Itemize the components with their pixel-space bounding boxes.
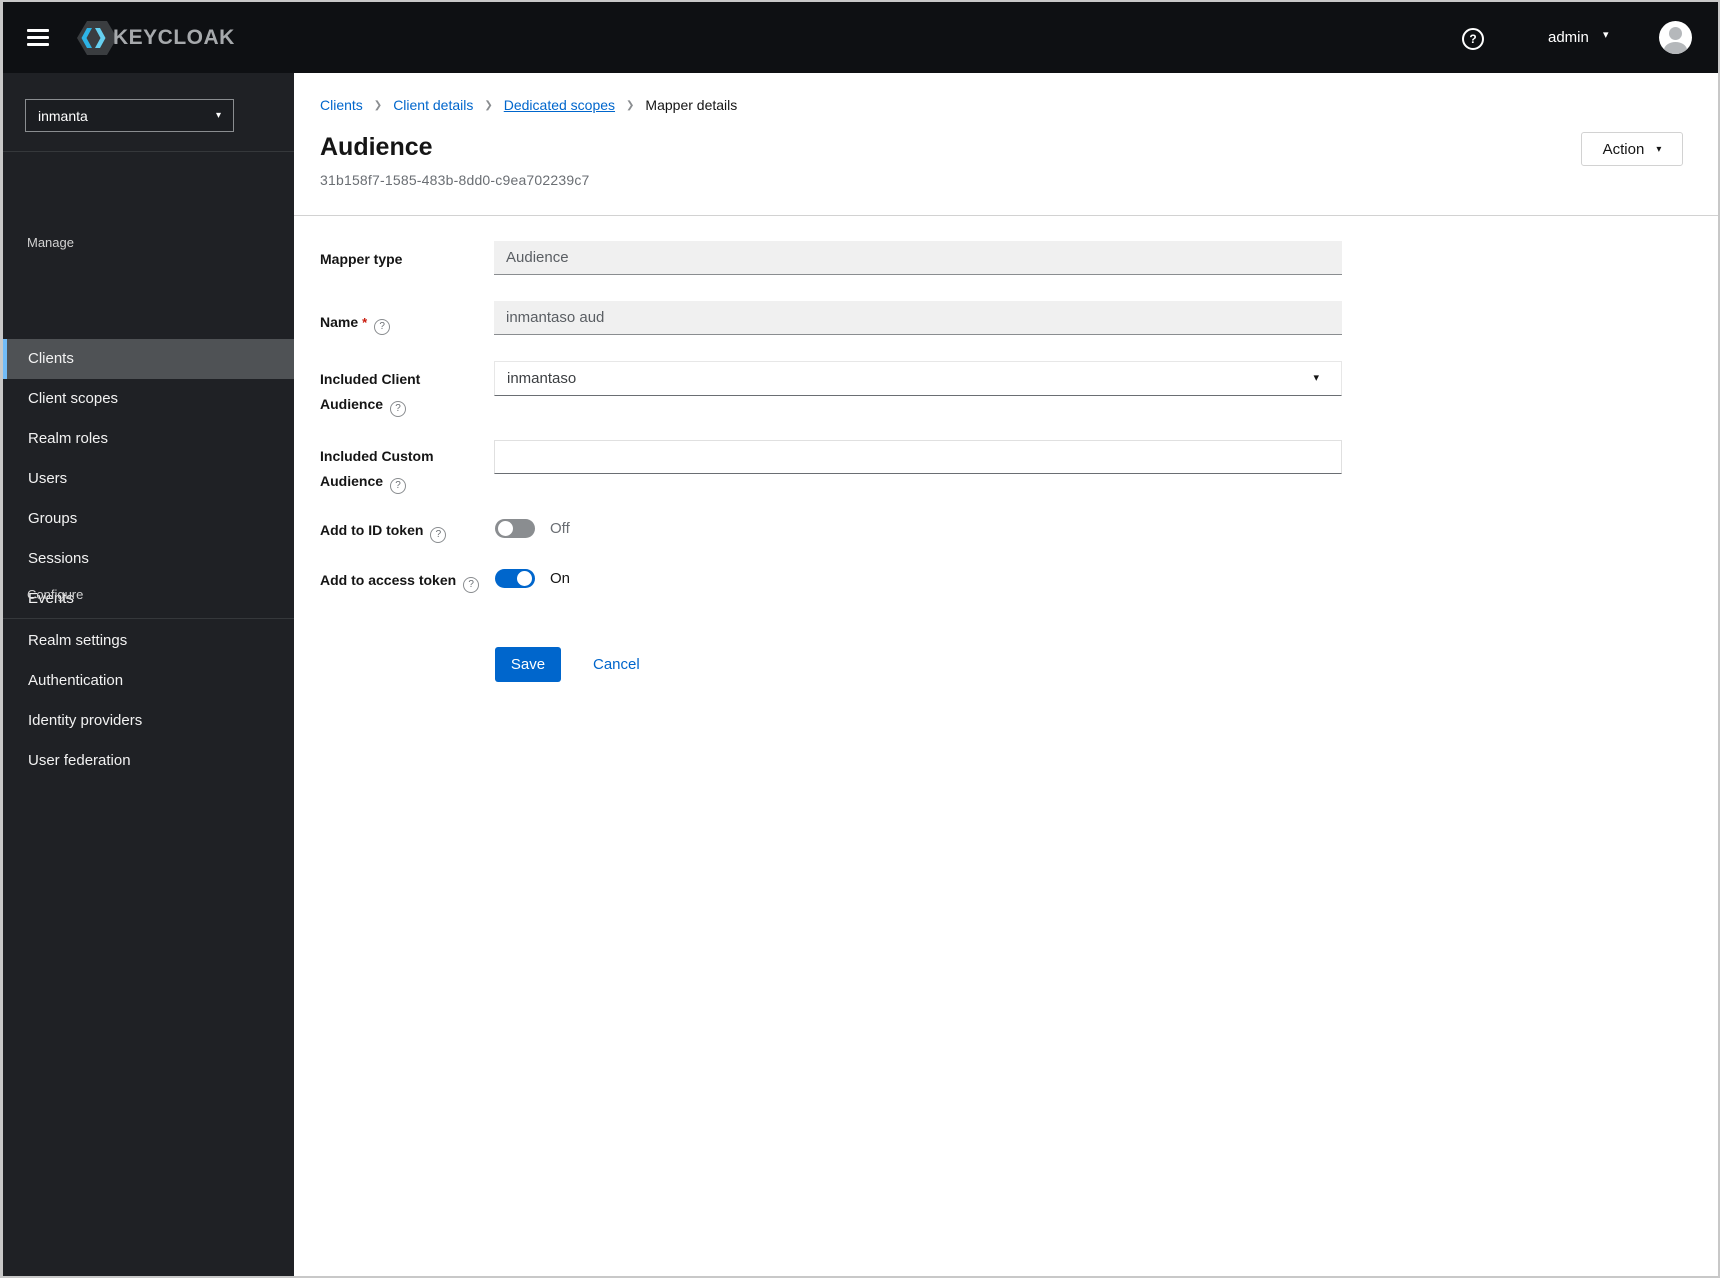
help-icon[interactable]: ?	[463, 577, 480, 593]
breadcrumb-item-clients[interactable]: Clients	[320, 97, 363, 113]
add-to-access-token-label: Add to access token?	[320, 568, 482, 593]
sidebar-item-sessions[interactable]: Sessions	[3, 539, 294, 579]
sidebar-divider	[3, 151, 294, 152]
toggle-knob	[517, 571, 532, 586]
sidebar-item-users[interactable]: Users	[3, 459, 294, 499]
sidebar-item-realm-settings[interactable]: Realm settings	[3, 621, 294, 661]
breadcrumb-item-mapper-details: Mapper details	[645, 97, 738, 113]
realm-switcher[interactable]: inmanta ▾	[25, 99, 234, 132]
sidebar-divider	[3, 618, 294, 619]
avatar-body	[1664, 42, 1687, 54]
sidebar-item-identity-providers[interactable]: Identity providers	[3, 701, 294, 741]
name-label: Name *?	[320, 310, 482, 335]
selected-value: inmantaso	[507, 370, 577, 387]
masthead: KEYCLOAK ? admin ▾	[3, 2, 1718, 73]
add-to-id-token-label: Add to ID token?	[320, 518, 482, 543]
help-icon[interactable]: ?	[1462, 28, 1484, 50]
sidebar-item-clients[interactable]: Clients	[3, 339, 294, 379]
cancel-button[interactable]: Cancel	[593, 647, 640, 682]
help-icon[interactable]: ?	[430, 527, 447, 543]
user-menu[interactable]: admin	[1548, 29, 1589, 46]
sidebar-item-authentication[interactable]: Authentication	[3, 661, 294, 701]
breadcrumb-item-client-details[interactable]: Client details	[393, 97, 473, 113]
mapper-type-input: Audience	[494, 241, 1342, 275]
action-dropdown-label: Action	[1602, 140, 1645, 158]
add-to-id-token-toggle[interactable]	[495, 519, 535, 538]
page-title: Audience	[320, 133, 433, 161]
nav-section-configure-title: Configure	[27, 587, 84, 602]
included-client-audience-label: Included Client Audience?	[320, 367, 482, 417]
toggle-knob	[498, 521, 513, 536]
breadcrumb-item-dedicated-scopes[interactable]: Dedicated scopes	[504, 97, 615, 113]
sidebar-item-realm-roles[interactable]: Realm roles	[3, 419, 294, 459]
chevron-down-icon: ▾	[1656, 143, 1662, 155]
page-subtitle: 31b158f7-1585-483b-8dd0-c9ea702239c7	[320, 172, 590, 188]
content-divider	[294, 215, 1718, 216]
included-custom-audience-input[interactable]	[494, 440, 1342, 474]
mapper-type-label: Mapper type	[320, 251, 403, 267]
realm-name: inmanta	[38, 107, 88, 124]
help-icon[interactable]: ?	[390, 478, 407, 494]
sidebar-item-groups[interactable]: Groups	[3, 499, 294, 539]
chevron-down-icon[interactable]: ▾	[1603, 28, 1609, 41]
sidebar-item-user-federation[interactable]: User federation	[3, 741, 294, 781]
add-to-id-token-state: Off	[550, 520, 570, 537]
included-client-audience-select[interactable]: inmantaso ▾	[494, 361, 1342, 396]
breadcrumb-separator-icon: ❯	[484, 99, 493, 111]
brand-text: KEYCLOAK	[113, 26, 235, 49]
add-to-access-token-state: On	[550, 570, 571, 587]
keycloak-admin-console: KEYCLOAK ? admin ▾ inmanta ▾ Manage Clie…	[0, 0, 1720, 1278]
save-button[interactable]: Save	[495, 647, 561, 682]
nav-group-configure: Realm settings Authentication Identity p…	[3, 621, 294, 781]
breadcrumb-separator-icon: ❯	[373, 99, 383, 111]
required-asterisk: *	[362, 315, 368, 330]
included-custom-audience-label: Included Custom Audience?	[320, 444, 482, 494]
nav-group-manage: Clients Client scopes Realm roles Users …	[3, 339, 294, 619]
help-icon[interactable]: ?	[390, 401, 407, 417]
breadcrumb-separator-icon: ❯	[626, 99, 635, 111]
help-icon[interactable]: ?	[374, 319, 391, 335]
keycloak-logo: KEYCLOAK	[75, 18, 235, 58]
add-to-access-token-toggle[interactable]	[495, 569, 535, 588]
avatar[interactable]	[1659, 21, 1692, 54]
avatar-head	[1669, 27, 1682, 40]
chevron-down-icon: ▾	[1313, 372, 1319, 384]
nav-section-manage-title: Manage	[27, 235, 74, 250]
name-input: inmantaso aud	[494, 301, 1342, 335]
breadcrumb: Clients ❯ Client details ❯ Dedicated sco…	[320, 97, 737, 113]
sidebar: inmanta ▾ Manage Clients Client scopes R…	[3, 73, 294, 1276]
hamburger-menu-icon[interactable]	[27, 29, 49, 46]
sidebar-item-client-scopes[interactable]: Client scopes	[3, 379, 294, 419]
chevron-down-icon: ▾	[215, 110, 221, 121]
action-dropdown-button[interactable]: Action ▾	[1581, 132, 1683, 166]
